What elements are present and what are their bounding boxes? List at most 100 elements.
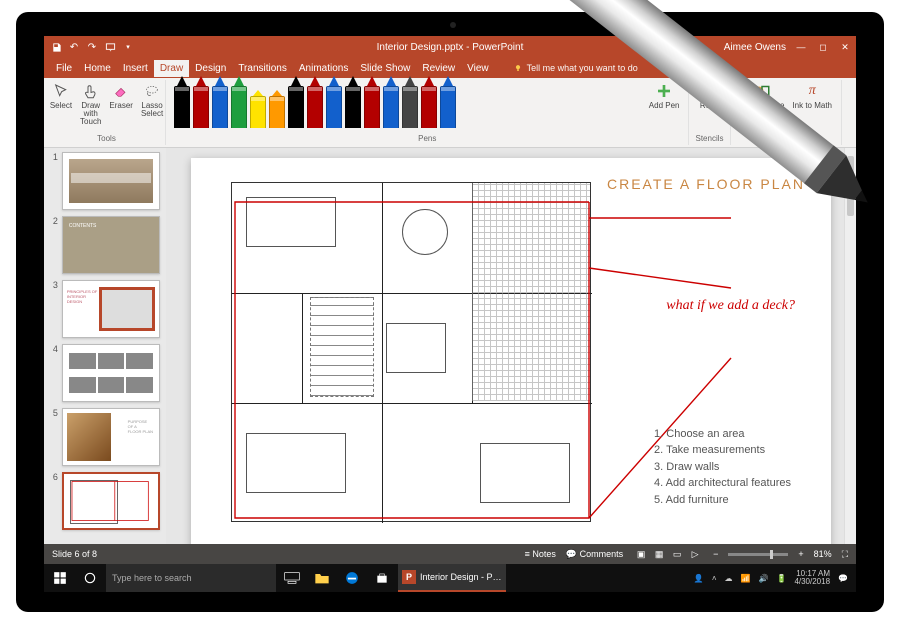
pen-swatch-8[interactable] <box>326 86 342 128</box>
quick-access-toolbar: ↶ ↷ ▾ <box>50 41 134 53</box>
slide-thumbnails-pane[interactable]: 1 2CONTENTS 3PRINCIPLES OFINTERIORDESIGN 4 5… <box>44 148 166 544</box>
pen-swatch-10[interactable] <box>364 86 380 128</box>
pen-swatch-7[interactable] <box>307 86 323 128</box>
start-button[interactable] <box>46 564 74 592</box>
sorter-view-button[interactable]: ▦ <box>651 547 667 561</box>
undo-icon[interactable]: ↶ <box>68 41 80 53</box>
ribbon-group-stencils: Ruler Stencils <box>689 80 730 145</box>
pen-swatch-3[interactable] <box>231 86 247 128</box>
taskbar-search[interactable]: Type here to search <box>106 564 276 592</box>
slideshow-view-button[interactable]: ▷ <box>687 547 703 561</box>
tray-notifications-icon[interactable]: 💬 <box>838 574 848 583</box>
pen-swatch-4[interactable] <box>250 96 266 128</box>
ink-to-shape-button[interactable]: Ink to Shape <box>737 80 788 112</box>
maximize-button[interactable]: ◻ <box>812 36 834 58</box>
notes-toggle[interactable]: ≡ Notes <box>525 549 556 559</box>
pen-swatch-12[interactable] <box>402 86 418 128</box>
minimize-button[interactable]: — <box>790 36 812 58</box>
zoom-out-button[interactable]: − <box>713 549 718 559</box>
steps-list[interactable]: 1. Choose an area2. Take measurements3. … <box>654 426 791 509</box>
taskbar-clock[interactable]: 10:17 AM 4/30/2018 <box>794 570 830 586</box>
step-item-4: 4. Add architectural features <box>654 475 791 492</box>
tab-transitions[interactable]: Transitions <box>232 60 293 77</box>
thumbnail-slide-1[interactable] <box>62 152 160 210</box>
thumbnail-slide-5[interactable]: PURPOSEOF AFLOOR PLAN <box>62 408 160 466</box>
tray-network-icon[interactable]: 📶 <box>741 574 751 583</box>
comments-toggle[interactable]: 💬 Comments <box>566 549 623 560</box>
lightbulb-icon <box>513 63 523 73</box>
zoom-in-button[interactable]: + <box>798 549 803 559</box>
ruler-button[interactable]: Ruler <box>697 80 722 112</box>
zoom-value[interactable]: 81% <box>814 549 832 559</box>
thumbnail-slide-3[interactable]: PRINCIPLES OFINTERIORDESIGN <box>62 280 160 338</box>
vertical-scrollbar[interactable] <box>844 148 856 544</box>
ribbon-group-tools: SelectDrawwith TouchEraserLassoSelect To… <box>48 80 166 145</box>
qat-dropdown-icon[interactable]: ▾ <box>122 41 134 53</box>
pen-swatch-9[interactable] <box>345 86 361 128</box>
thumbnail-slide-4[interactable] <box>62 344 160 402</box>
tray-up-icon[interactable]: ˄ <box>712 574 717 583</box>
eraser-button[interactable]: Eraser <box>106 80 136 112</box>
pen-swatch-1[interactable] <box>193 86 209 128</box>
tab-review[interactable]: Review <box>416 60 461 77</box>
draw-with-touch-button[interactable]: Drawwith Touch <box>77 80 104 128</box>
taskbar-explorer[interactable] <box>308 564 336 592</box>
user-name[interactable]: Aimee Owens <box>724 42 786 53</box>
add-pen-label: Add Pen <box>649 102 680 110</box>
thumbnail-4[interactable]: 4 <box>50 344 160 402</box>
thumbnail-slide-6[interactable] <box>62 472 160 530</box>
tab-view[interactable]: View <box>461 60 495 77</box>
zoom-slider[interactable] <box>728 553 788 556</box>
normal-view-button[interactable]: ▣ <box>633 547 649 561</box>
tab-animations[interactable]: Animations <box>293 60 354 77</box>
task-view-button[interactable] <box>278 564 306 592</box>
device-camera <box>450 22 456 28</box>
taskbar-powerpoint[interactable]: P Interior Design - P… <box>398 564 506 592</box>
add-pen-button[interactable]: Add Pen <box>646 80 683 112</box>
ink-to-math-button[interactable]: π Ink to Math <box>789 80 835 112</box>
pen-swatch-13[interactable] <box>421 86 437 128</box>
fit-to-window-button[interactable]: ⛶ <box>842 549 848 560</box>
tab-design[interactable]: Design <box>189 60 232 77</box>
taskbar-edge[interactable] <box>338 564 366 592</box>
thumbnail-2[interactable]: 2CONTENTS <box>50 216 160 274</box>
tell-me-search[interactable]: Tell me what you want to do <box>513 63 638 73</box>
cortana-button[interactable] <box>76 564 104 592</box>
pen-swatch-0[interactable] <box>174 86 190 128</box>
thumbnail-3[interactable]: 3PRINCIPLES OFINTERIORDESIGN <box>50 280 160 338</box>
tray-volume-icon[interactable]: 🔊 <box>759 574 769 583</box>
pen-swatch-14[interactable] <box>440 86 456 128</box>
tab-file[interactable]: File <box>50 60 78 77</box>
ink-annotation[interactable]: what if we add a deck? <box>666 298 795 314</box>
current-slide[interactable]: CREATE A FLOOR PLAN <box>191 158 831 544</box>
tab-insert[interactable]: Insert <box>117 60 154 77</box>
title-bar: ↶ ↷ ▾ Interior Design.pptx - PowerPoint … <box>44 36 856 58</box>
slide-canvas[interactable]: CREATE A FLOOR PLAN <box>166 148 856 544</box>
pen-swatch-6[interactable] <box>288 86 304 128</box>
pen-swatch-2[interactable] <box>212 86 228 128</box>
lasso-select-button[interactable]: LassoSelect <box>138 80 166 120</box>
pen-swatch-11[interactable] <box>383 86 399 128</box>
pen-swatch-5[interactable] <box>269 96 285 128</box>
scrollbar-thumb[interactable] <box>847 156 854 216</box>
tray-onedrive-icon[interactable]: ☁ <box>725 574 733 583</box>
select-button[interactable]: Select <box>47 80 75 112</box>
taskbar-store[interactable] <box>368 564 396 592</box>
redo-icon[interactable]: ↷ <box>86 41 98 53</box>
thumbnail-slide-2[interactable]: CONTENTS <box>62 216 160 274</box>
close-button[interactable]: ✕ <box>834 36 856 58</box>
slide-counter[interactable]: Slide 6 of 8 <box>52 549 97 559</box>
thumbnail-5[interactable]: 5PURPOSEOF AFLOOR PLAN <box>50 408 160 466</box>
thumbnail-6[interactable]: 6 <box>50 472 160 530</box>
save-icon[interactable] <box>50 41 62 53</box>
thumbnail-1[interactable]: 1 <box>50 152 160 210</box>
window-title: Interior Design.pptx - PowerPoint <box>377 42 524 53</box>
reading-view-button[interactable]: ▭ <box>669 547 685 561</box>
slideshow-icon[interactable] <box>104 41 116 53</box>
tray-battery-icon[interactable]: 🔋 <box>776 574 786 583</box>
tab-draw[interactable]: Draw <box>154 60 189 77</box>
ribbon-tabs: FileHomeInsertDrawDesignTransitionsAnima… <box>44 58 856 78</box>
tray-people-icon[interactable]: 👤 <box>694 574 704 583</box>
tab-home[interactable]: Home <box>78 60 117 77</box>
tab-slide-show[interactable]: Slide Show <box>354 60 416 77</box>
